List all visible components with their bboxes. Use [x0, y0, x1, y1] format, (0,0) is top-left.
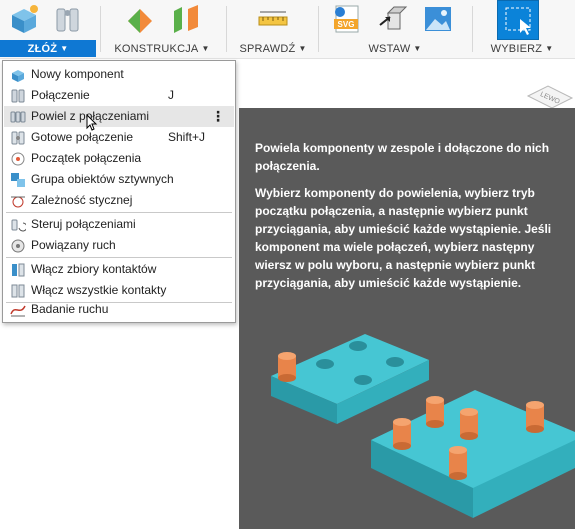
- svg-text:SVG: SVG: [338, 20, 355, 29]
- menu-item-motion-study[interactable]: Badanie ruchu: [4, 299, 234, 320]
- chevron-down-icon: ▼: [413, 44, 422, 53]
- insert-mesh-icon[interactable]: [376, 3, 408, 35]
- insert-group[interactable]: SVG WSTAW ▼: [322, 0, 468, 58]
- source-part-image: [271, 334, 429, 424]
- assemble-group[interactable]: ZŁÓŻ ▼: [0, 0, 96, 58]
- toolbar-divider: [226, 6, 227, 52]
- chevron-down-icon: ▼: [298, 44, 307, 53]
- inspect-group[interactable]: SPRAWDŹ ▼: [232, 0, 314, 58]
- measure-icon[interactable]: [257, 3, 289, 35]
- construct-menu-button[interactable]: KONSTRUKCJA ▼: [104, 40, 220, 57]
- insert-svg-icon[interactable]: SVG: [330, 3, 362, 35]
- shortcut-label: Shift+J: [168, 130, 206, 144]
- toolbar: ZŁÓŻ ▼ KONSTRUKCJA ▼ SPRAWDŹ ▼ SVG WSTAW…: [0, 0, 575, 59]
- inspect-menu-button[interactable]: SPRAWDŹ ▼: [232, 40, 314, 57]
- motion-study-icon: [10, 305, 26, 317]
- select-menu-button[interactable]: WYBIERZ ▼: [476, 40, 568, 57]
- result-part-image: [371, 390, 575, 518]
- viewcube[interactable]: LEWO: [526, 84, 575, 110]
- select-group[interactable]: WYBIERZ ▼: [476, 0, 568, 58]
- toolbar-divider: [100, 6, 101, 52]
- chevron-down-icon: ▼: [545, 44, 554, 53]
- menu-item-new-component[interactable]: Nowy komponent: [4, 64, 234, 85]
- enable-contact-sets-icon: [12, 263, 25, 277]
- tooltip-illustration: [271, 334, 575, 518]
- toolbar-divider: [472, 6, 473, 52]
- tangent-relationship-icon: [11, 196, 25, 208]
- menu-item-as-built-joint[interactable]: Gotowe połączenie Shift+J: [4, 127, 234, 148]
- menu-item-enable-contact-sets[interactable]: Włącz zbiory kontaktów: [4, 259, 234, 280]
- menu-item-drive-joints[interactable]: Steruj połączeniami: [4, 214, 234, 235]
- new-component-icon: [12, 70, 24, 82]
- midplane-icon[interactable]: [170, 3, 202, 35]
- joint-icon[interactable]: [52, 3, 84, 35]
- motion-link-icon: [11, 239, 25, 253]
- chevron-down-icon: ▼: [201, 44, 210, 53]
- insert-menu-button[interactable]: WSTAW ▼: [322, 40, 468, 57]
- menu-item-joint[interactable]: Połączenie J: [4, 85, 234, 106]
- drive-joints-icon: [11, 219, 26, 232]
- menu-divider: [6, 257, 232, 258]
- menu-divider: [6, 212, 232, 213]
- offset-plane-icon[interactable]: [124, 3, 156, 35]
- as-built-joint-icon: [11, 131, 25, 145]
- rigid-group-icon: [11, 173, 25, 187]
- new-component-icon[interactable]: [8, 3, 40, 35]
- enable-all-contact-icon: [11, 284, 25, 298]
- command-tooltip: Powiela komponenty w zespole i dołączone…: [239, 108, 575, 529]
- joint-icon: [11, 89, 25, 103]
- duplicate-with-joints-icon: [10, 111, 26, 123]
- tooltip-description: Wybierz komponenty do powielenia, wybier…: [255, 186, 552, 290]
- menu-item-duplicate-with-joints[interactable]: Powiel z połączeniami ⋮: [4, 106, 234, 131]
- menu-item-joint-origin[interactable]: Początek połączenia: [4, 148, 234, 169]
- construct-group[interactable]: KONSTRUKCJA ▼: [104, 0, 220, 58]
- joint-origin-icon: [11, 152, 25, 166]
- menu-item-rigid-group[interactable]: Grupa obiektów sztywnych: [4, 169, 234, 190]
- chevron-down-icon: ▼: [60, 44, 69, 53]
- menu-item-motion-link[interactable]: Powiązany ruch: [4, 235, 234, 256]
- tooltip-title: Powiela komponenty w zespole i dołączone…: [255, 141, 550, 173]
- menu-item-enable-all-contact[interactable]: Włącz wszystkie kontakty: [4, 280, 234, 301]
- toolbar-divider: [318, 6, 319, 52]
- assemble-dropdown-menu: Nowy komponent Połączenie J Powiel z poł…: [2, 60, 236, 323]
- canvas-image-icon[interactable]: [422, 3, 454, 35]
- shortcut-label: J: [168, 88, 174, 102]
- menu-item-tangent-relationship[interactable]: Zależność stycznej: [4, 190, 234, 211]
- more-options-icon[interactable]: ⋮: [211, 106, 225, 127]
- assemble-menu-button[interactable]: ZŁÓŻ ▼: [0, 40, 96, 57]
